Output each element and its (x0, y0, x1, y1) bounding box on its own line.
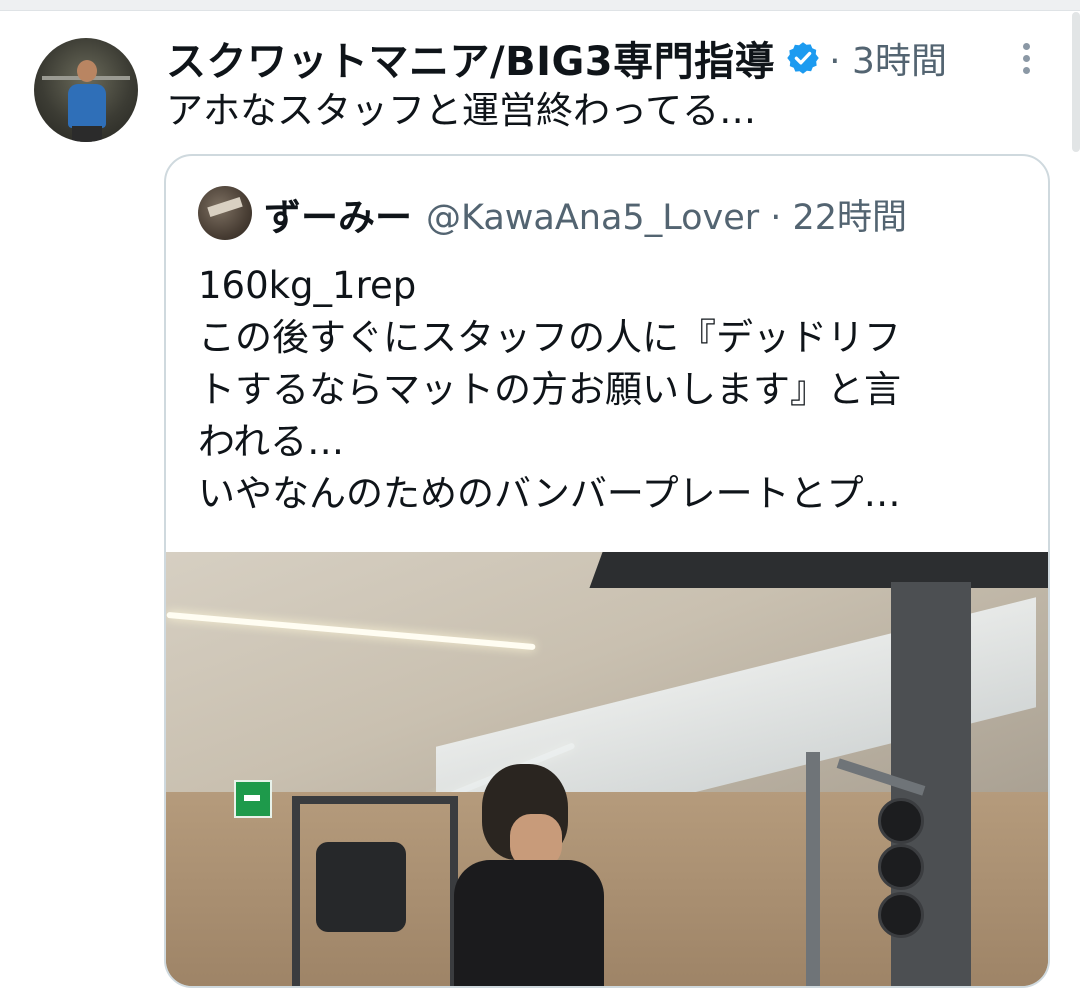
quoted-text-line: この後すぐにスタッフの人に『デッドリフ (198, 316, 901, 359)
timeline-divider (0, 0, 1080, 11)
tweet-header: スクワットマニア/BIG3専門指導 · 3時間 (166, 28, 947, 88)
quoted-author-avatar[interactable] (198, 186, 252, 240)
quoted-author-name[interactable]: ずーみー (264, 187, 412, 241)
scrollbar[interactable] (1072, 12, 1080, 152)
tweet-text: アホなスタッフと運営終わってる… (166, 89, 757, 132)
author-avatar[interactable] (34, 38, 138, 142)
quoted-tweet-text: 160kg_1rep この後すぐにスタッフの人に『デッドリフ トするならマットの… (198, 260, 901, 520)
quoted-text-line: われる… (198, 420, 345, 463)
author-display-name[interactable]: スクワットマニア/BIG3専門指導 (166, 29, 775, 87)
quoted-text-line: いやなんのためのバンバープレートとプ… (198, 472, 901, 515)
more-options-icon[interactable] (1012, 38, 1040, 82)
quoted-author-handle-time[interactable]: @KawaAna5_Lover · 22時間 (426, 189, 907, 240)
quoted-text-line: トするならマットの方お願いします』と言 (198, 368, 901, 411)
quoted-tweet-card[interactable]: ずーみー @KawaAna5_Lover · 22時間 160kg_1rep こ… (164, 154, 1050, 988)
quoted-text-line: 160kg_1rep (198, 264, 417, 307)
quoted-tweet-header: ずーみー @KawaAna5_Lover · 22時間 (264, 184, 907, 244)
exit-sign-icon (234, 780, 272, 818)
quoted-video-thumbnail[interactable] (166, 552, 1048, 986)
post-time[interactable]: · 3時間 (829, 32, 947, 84)
verified-badge-icon (787, 42, 819, 74)
